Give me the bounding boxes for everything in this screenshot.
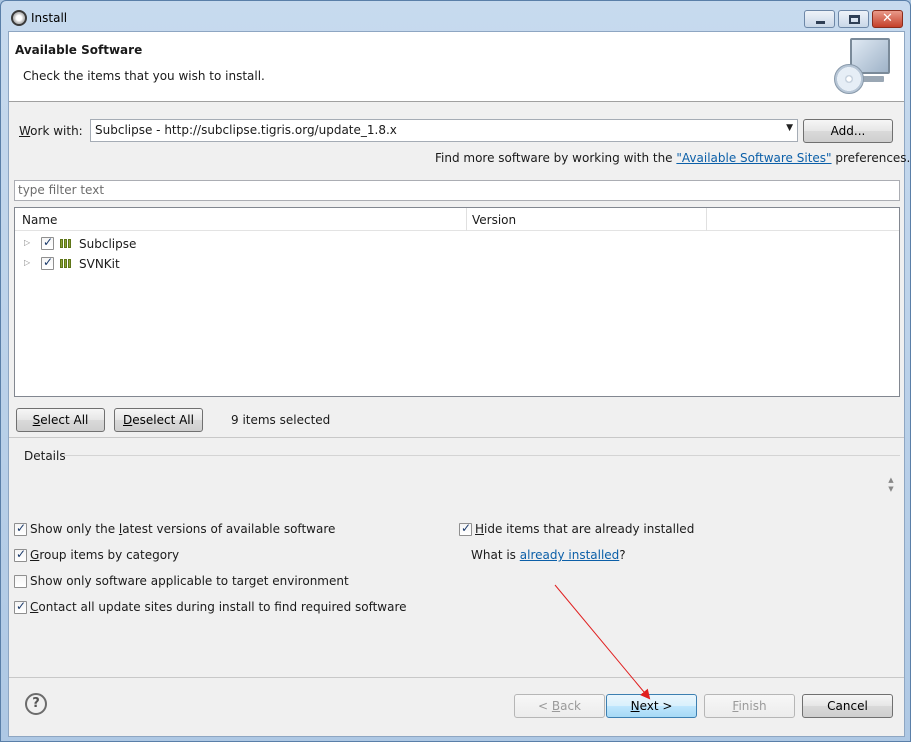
annotation-arrow — [554, 584, 651, 700]
install-window: Install ✕ Available Software Check the i… — [0, 0, 911, 742]
